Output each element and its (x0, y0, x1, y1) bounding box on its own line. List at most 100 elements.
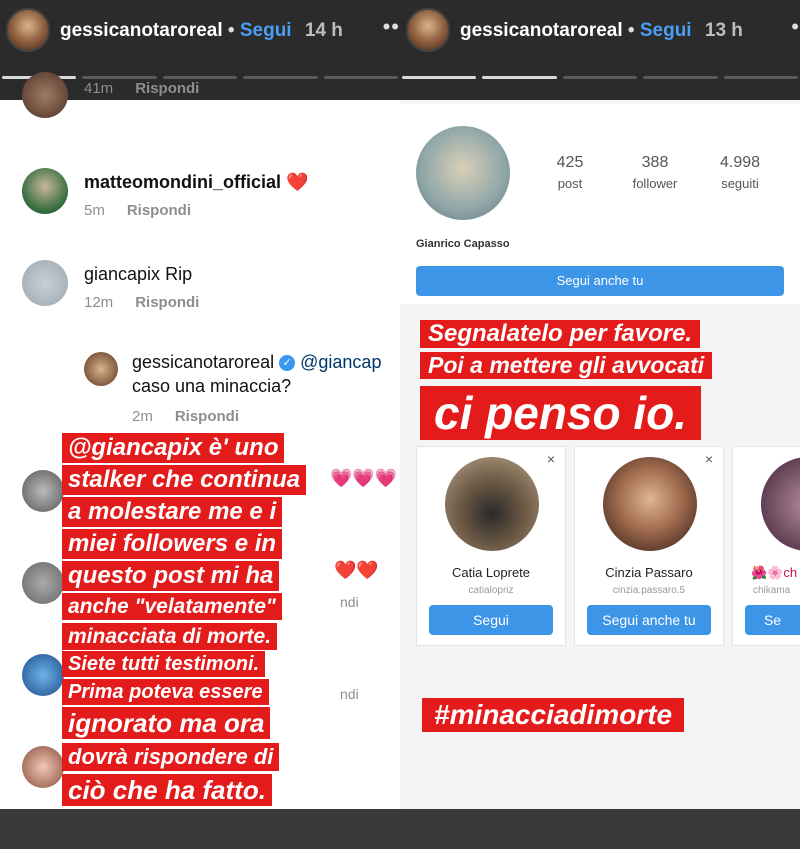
comment-time: 41m (84, 80, 114, 97)
suggestion-name[interactable]: Catia Loprete (417, 565, 565, 580)
progress-segment (482, 76, 557, 79)
comment-text: giancapix Rip (84, 264, 192, 285)
separator-dot: • (627, 20, 635, 41)
stat-label: follower (632, 176, 678, 191)
story-bottom-bar (400, 809, 800, 849)
suggestion-card: × Cinzia Passaro cinzia.passaro.5 Segui … (574, 446, 724, 646)
overlay-line: minacciata di morte. (62, 623, 278, 650)
suggestion-avatar[interactable] (761, 457, 800, 551)
overlay-line: miei followers e in (62, 529, 283, 559)
story-header: gessicanotaroreal • Segui 13 h • (400, 0, 800, 100)
progress-segment (323, 76, 399, 79)
red-hearts: ❤️❤️ (334, 560, 379, 580)
commenter-avatar[interactable] (22, 72, 68, 118)
story-progress (400, 76, 800, 79)
story-bottom-bar (0, 809, 400, 849)
overlay-line: Segnalatelo per favore. (420, 320, 701, 348)
verified-icon: ✓ (279, 355, 296, 372)
overlay-line: dovrà rispondere di (62, 743, 280, 771)
heart-icon: ❤️ (286, 172, 309, 192)
suggestion-handle: catialopriz (468, 585, 514, 596)
suggestion-avatar[interactable] (603, 457, 697, 551)
story-time: 13 h (704, 20, 743, 41)
suggestion-name[interactable]: 🌺🌸ch (751, 565, 800, 581)
more-options-icon[interactable]: •• (383, 14, 400, 40)
stat-value: 4.998 (719, 154, 761, 171)
comment-time: 2m (132, 408, 153, 425)
stat-following[interactable]: 4.998 seguiti (700, 154, 780, 191)
separator-dot: • (227, 20, 235, 41)
stat-label: post (557, 176, 583, 191)
suggestion-handle: chikama (753, 585, 791, 596)
commenter-avatar[interactable] (22, 260, 68, 306)
commenter-avatar[interactable] (84, 352, 118, 386)
commenter-avatar[interactable] (22, 562, 64, 604)
comment-meta: 41m Rispondi (84, 80, 199, 97)
comment-meta: 2m Rispondi (132, 408, 239, 425)
suggestion-handle: cinzia.passaro.5 (612, 585, 686, 596)
story-avatar[interactable] (6, 8, 50, 52)
comment-username[interactable]: matteomondini_official (84, 172, 281, 192)
comment-username[interactable]: giancapix (84, 264, 160, 284)
overlay-line: questo post mi ha (62, 561, 280, 591)
follow-button[interactable]: Segui (640, 20, 692, 41)
follow-button[interactable]: Segui (429, 605, 553, 635)
stat-posts: 425 post (530, 154, 610, 191)
follow-back-button[interactable]: Segui anche tu (416, 266, 784, 296)
progress-segment (643, 76, 718, 79)
stat-value: 425 (556, 154, 584, 171)
story-username-row: gessicanotaroreal • Segui 13 h (460, 20, 743, 42)
commenter-avatar[interactable] (22, 470, 64, 512)
comment-mention[interactable]: @giancap (300, 352, 381, 372)
overlay-line: Prima poteva essere (62, 679, 269, 705)
pink-hearts: 💗💗💗 (330, 468, 398, 488)
reply-button[interactable]: Rispondi (127, 202, 191, 219)
overlay-line: Poi a mettere gli avvocati (420, 352, 713, 379)
story-right: gessicanotaroreal • Segui 13 h • 425 pos… (400, 0, 800, 849)
commenter-avatar[interactable] (22, 654, 64, 696)
commenter-avatar[interactable] (22, 746, 64, 788)
commenter-avatar[interactable] (22, 168, 68, 214)
progress-segment (562, 76, 638, 79)
hashtag-overlay: #minacciadimorte (422, 698, 685, 732)
progress-segment (82, 76, 157, 79)
progress-segment (162, 76, 238, 79)
stat-followers[interactable]: 388 follower (615, 154, 695, 191)
overlay-line: ci penso io. (420, 386, 702, 440)
more-options-icon[interactable]: • (791, 14, 800, 40)
overlay-line: anche "velatamente" (62, 593, 282, 620)
follow-button[interactable]: Segui anche tu (587, 605, 711, 635)
follow-button[interactable]: Se (745, 605, 800, 635)
suggestion-name[interactable]: Cinzia Passaro (575, 565, 723, 580)
story-avatar[interactable] (406, 8, 450, 52)
comment-username[interactable]: gessicanotaroreal (132, 352, 274, 372)
comment-time: 12m (84, 294, 114, 311)
profile-picture[interactable] (416, 126, 510, 220)
close-icon[interactable]: × (547, 451, 555, 467)
overlay-line: ciò che ha fatto. (62, 774, 272, 806)
comment-meta: 12m Rispondi (84, 294, 199, 311)
story-username-row: gessicanotaroreal • Segui 14 h (60, 20, 343, 42)
suggestion-avatar[interactable] (445, 457, 539, 551)
reply-button[interactable]: Rispondi (135, 294, 199, 311)
story-username[interactable]: gessicanotaroreal (460, 20, 623, 41)
comment-body: caso una minaccia? (132, 376, 292, 396)
reply-button[interactable]: Rispondi (175, 408, 239, 425)
overlay-line: ignorato ma ora (62, 707, 271, 739)
story-username[interactable]: gessicanotaroreal (60, 20, 223, 41)
close-icon[interactable]: × (705, 451, 713, 467)
overlay-line: a molestare me e i (62, 497, 283, 527)
comment-text: gessicanotaroreal ✓ @giancap (132, 352, 381, 373)
stat-value: 388 (641, 154, 669, 171)
comment-text: matteomondini_official ❤️ (84, 172, 308, 193)
progress-segment (402, 76, 477, 79)
suggestion-card: 🌺🌸ch chikama Se (732, 446, 800, 646)
suggestion-card: × Catia Loprete catialopriz Segui (416, 446, 566, 646)
story-left: gessicanotaroreal • Segui 14 h •• 41m Ris… (0, 0, 400, 849)
progress-segment (723, 76, 799, 79)
profile-card: 425 post 388 follower 4.998 seguiti Gian… (400, 104, 800, 304)
follow-button[interactable]: Segui (240, 20, 292, 41)
stat-label: seguiti (721, 176, 759, 191)
reply-button[interactable]: Rispondi (135, 80, 199, 97)
meta-fragment: ndi (340, 686, 359, 702)
